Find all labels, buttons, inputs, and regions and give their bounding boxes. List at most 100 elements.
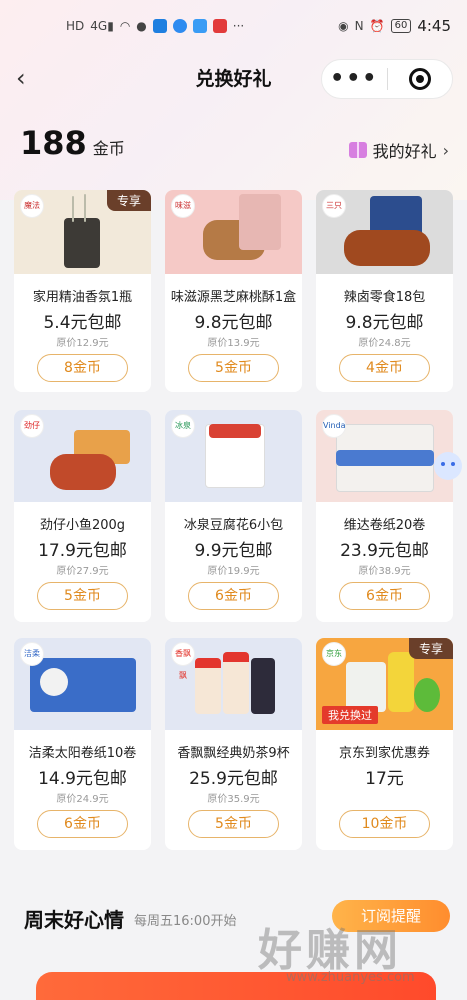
section-subtitle: 每周五16:00开始 xyxy=(134,914,237,929)
product-card[interactable]: 味滋 味滋源黑芝麻桃酥1盒 9.8元包邮 原价13.9元 5金币 xyxy=(165,190,302,392)
product-price: 23.9元包邮 xyxy=(340,541,429,561)
watermark-logo: 好赚网 xyxy=(258,925,402,976)
product-price: 9.8元包邮 xyxy=(345,313,424,333)
product-name: 洁柔太阳卷纸10卷 xyxy=(28,746,137,761)
clock: 4:45 xyxy=(417,17,451,35)
product-name: 味滋源黑芝麻桃酥1盒 xyxy=(170,290,297,305)
redeem-button[interactable]: 6金币 xyxy=(188,582,279,610)
nfc-icon: N xyxy=(354,19,364,33)
diffuser-stick xyxy=(72,196,74,222)
my-gifts-label: 我的好礼 xyxy=(372,142,437,161)
redeem-button[interactable]: 10金币 xyxy=(339,810,430,838)
status-bar: HD 4G▮ ◠ ● ··· ◉ N ⏰ 60 4:45 xyxy=(0,0,467,52)
signal-icon: 4G▮ xyxy=(90,19,114,33)
product-name: 京东到家优惠券 xyxy=(338,746,430,761)
brand-logo: 味滋 xyxy=(171,194,195,218)
chevron-right-icon: › xyxy=(442,140,449,160)
original-price: 原价35.9元 xyxy=(207,794,260,805)
close-button[interactable] xyxy=(388,68,453,90)
assistant-robot-icon[interactable] xyxy=(434,452,462,480)
watermark-url: www.zhuanyes.com xyxy=(286,970,415,985)
product-price: 14.9元包邮 xyxy=(38,769,127,789)
diffuser-bottle xyxy=(64,218,100,268)
produce xyxy=(414,678,440,712)
product-price: 25.9元包邮 xyxy=(189,769,278,789)
product-price: 5.4元包邮 xyxy=(43,313,122,333)
snacks xyxy=(344,230,430,266)
brand-logo: 劲仔 xyxy=(20,414,44,438)
original-price: 原价13.9元 xyxy=(207,338,260,349)
milk-tea-cup xyxy=(251,658,275,714)
product-card[interactable]: 劲仔 劲仔小鱼200g 17.9元包邮 原价27.9元 5金币 xyxy=(14,410,151,622)
brand-logo: 三只 xyxy=(322,194,346,218)
product-card[interactable]: 魔法 专享 家用精油香氛1瓶 5.4元包邮 原价12.9元 8金币 xyxy=(14,190,151,392)
product-card[interactable]: 三只 辣卤零食18包 9.8元包邮 原价24.8元 4金币 xyxy=(316,190,453,392)
exclusive-tag: 专享 xyxy=(106,190,151,211)
tissue-band xyxy=(336,450,434,466)
miniapp-capsule: ••• xyxy=(321,59,453,99)
product-name: 冰泉豆腐花6小包 xyxy=(183,518,284,533)
brand-logo: 魔法 xyxy=(20,194,44,218)
package-box xyxy=(239,194,281,250)
product-name: 辣卤零食18包 xyxy=(343,290,426,305)
redeem-button[interactable]: 4金币 xyxy=(339,354,430,382)
coin-balance: 188 金币 xyxy=(20,124,125,162)
more-notifications-icon: ··· xyxy=(232,19,245,33)
milk-tea-cup xyxy=(195,658,221,714)
status-left: HD 4G▮ ◠ ● ··· xyxy=(66,19,244,33)
redeem-button[interactable]: 5金币 xyxy=(37,582,128,610)
coin-unit: 金币 xyxy=(92,139,125,158)
product-name: 劲仔小鱼200g xyxy=(39,518,126,533)
product-name: 香飘飘经典奶茶9杯 xyxy=(177,746,290,761)
brand-logo: 京东 xyxy=(322,642,346,666)
app-icon-blue xyxy=(152,19,167,33)
fish-snack xyxy=(50,454,116,490)
redeem-button[interactable]: 5金币 xyxy=(188,354,279,382)
eye-icon: ◉ xyxy=(338,19,349,33)
more-button[interactable]: ••• xyxy=(322,59,387,99)
my-gifts-link[interactable]: 我的好礼 › xyxy=(348,138,449,162)
section-title: 周末好心情 xyxy=(24,908,124,932)
app-icon-cloud xyxy=(192,19,207,33)
product-card[interactable]: 香飘飘 香飘飘经典奶茶9杯 25.9元包邮 原价35.9元 5金币 xyxy=(165,638,302,850)
redeem-button[interactable]: 8金币 xyxy=(37,354,128,382)
package-band xyxy=(209,424,261,438)
product-name: 家用精油香氛1瓶 xyxy=(32,290,133,305)
original-price: 原价24.9元 xyxy=(56,794,109,805)
alarm-icon: ⏰ xyxy=(369,19,385,33)
brand-logo: 冰泉 xyxy=(171,414,195,438)
original-price: 原价24.8元 xyxy=(358,338,411,349)
product-card[interactable]: Vinda 维达卷纸20卷 23.9元包邮 原价38.9元 6金币 xyxy=(316,410,453,622)
app-icon-red xyxy=(212,19,227,33)
redeem-button[interactable]: 6金币 xyxy=(37,810,128,838)
redeem-button[interactable]: 5金币 xyxy=(188,810,279,838)
exclusive-tag: 专享 xyxy=(408,638,453,659)
diffuser-stick xyxy=(84,194,86,222)
wifi-icon: ◠ xyxy=(119,19,131,33)
flower-print xyxy=(40,668,68,696)
redeem-button[interactable]: 6金币 xyxy=(339,582,430,610)
nav-bar: ‹ 兑换好礼 ••• xyxy=(0,52,467,104)
product-name: 维达卷纸20卷 xyxy=(343,518,426,533)
brand-logo: Vinda xyxy=(322,414,346,438)
original-price: 原价12.9元 xyxy=(56,338,109,349)
product-price: 9.8元包邮 xyxy=(194,313,273,333)
product-price: 17元 xyxy=(365,769,404,789)
redeemed-badge: 我兑换过 xyxy=(322,706,378,724)
brand-logo: 洁柔 xyxy=(20,642,44,666)
location-icon: ● xyxy=(136,19,147,33)
product-price: 9.9元包邮 xyxy=(194,541,273,561)
gift-icon xyxy=(348,142,367,158)
product-price: 17.9元包邮 xyxy=(38,541,127,561)
original-price: 原价19.9元 xyxy=(207,566,260,577)
product-card[interactable]: 冰泉 冰泉豆腐花6小包 9.9元包邮 原价19.9元 6金币 xyxy=(165,410,302,622)
milk-tea-cup xyxy=(223,652,249,714)
product-card[interactable]: 洁柔 洁柔太阳卷纸10卷 14.9元包邮 原价24.9元 6金币 xyxy=(14,638,151,850)
product-card[interactable]: 我兑换过 京东 专享 京东到家优惠券 17元 10金币 xyxy=(316,638,453,850)
coin-amount: 188 xyxy=(20,124,87,162)
app-icon-shield xyxy=(172,19,187,33)
original-price: 原价38.9元 xyxy=(358,566,411,577)
hd-icon: HD xyxy=(66,19,85,33)
status-right: ◉ N ⏰ 60 4:45 xyxy=(338,17,451,35)
target-icon xyxy=(408,68,431,90)
